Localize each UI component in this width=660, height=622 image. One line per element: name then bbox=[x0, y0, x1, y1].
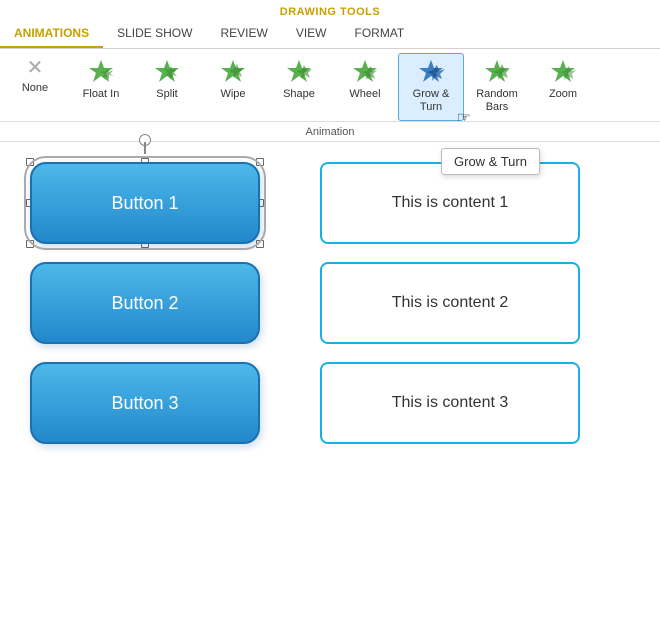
float-in-icon bbox=[87, 58, 115, 86]
anim-grow-turn-label: Grow & Turn bbox=[401, 88, 461, 114]
slide-button-2[interactable]: Button 2 bbox=[30, 262, 260, 344]
content-box-2-label: This is content 2 bbox=[392, 294, 509, 312]
anim-shape-label: Shape bbox=[283, 88, 315, 101]
grow-turn-icon bbox=[417, 58, 445, 86]
tooltip-popup: Grow & Turn bbox=[441, 148, 540, 175]
tab-format[interactable]: FORMAT bbox=[340, 20, 418, 48]
rotate-handle-line-1 bbox=[144, 142, 146, 154]
anim-float-in-label: Float In bbox=[83, 88, 120, 101]
anim-split-label: Split bbox=[156, 88, 177, 101]
zoom-icon bbox=[549, 58, 577, 86]
cursor-icon: ☞ bbox=[457, 108, 471, 122]
slide-row-3: Button 3 This is content 3 bbox=[30, 362, 630, 444]
anim-none[interactable]: ✕ None bbox=[2, 53, 68, 102]
handle-tr-1[interactable] bbox=[256, 158, 264, 166]
anim-none-label: None bbox=[22, 82, 48, 95]
anim-wipe[interactable]: Wipe bbox=[200, 53, 266, 108]
handle-bl-1[interactable] bbox=[26, 240, 34, 248]
drawing-tools-label: DRAWING TOOLS bbox=[280, 6, 380, 18]
animation-ribbon: ✕ None Float In Split Wipe bbox=[0, 49, 660, 122]
ribbon-section-row: Animation bbox=[0, 122, 660, 142]
split-icon bbox=[153, 58, 181, 86]
slide-row-1: Button 1 This is content 1 bbox=[30, 162, 630, 244]
anim-wheel[interactable]: Wheel bbox=[332, 53, 398, 108]
button-1-wrap: Button 1 bbox=[30, 162, 260, 244]
handle-br-1[interactable] bbox=[256, 240, 264, 248]
anim-split[interactable]: Split bbox=[134, 53, 200, 108]
anim-grow-turn[interactable]: Grow & Turn ☞ bbox=[398, 53, 464, 121]
drawing-tools-bar: DRAWING TOOLS bbox=[0, 0, 660, 20]
tab-view[interactable]: VIEW bbox=[282, 20, 341, 48]
wheel-icon bbox=[351, 58, 379, 86]
none-icon: ✕ bbox=[27, 58, 44, 78]
content-box-3-label: This is content 3 bbox=[392, 394, 509, 412]
slide-button-2-label: Button 2 bbox=[111, 293, 178, 314]
slide-button-1[interactable]: Button 1 bbox=[30, 162, 260, 244]
anim-zoom-label: Zoom bbox=[549, 88, 577, 101]
anim-float-in[interactable]: Float In bbox=[68, 53, 134, 108]
slide-row-2: Button 2 This is content 2 bbox=[30, 262, 630, 344]
anim-random-bars-label: Random Bars bbox=[467, 88, 527, 114]
slide-button-3-label: Button 3 bbox=[111, 393, 178, 414]
ribbon-section-label: Animation bbox=[306, 126, 355, 138]
handle-tl-1[interactable] bbox=[26, 158, 34, 166]
tab-slideshow[interactable]: SLIDE SHOW bbox=[103, 20, 206, 48]
content-box-2: This is content 2 bbox=[320, 262, 580, 344]
wipe-icon bbox=[219, 58, 247, 86]
anim-wheel-label: Wheel bbox=[349, 88, 380, 101]
shape-icon bbox=[285, 58, 313, 86]
anim-wipe-label: Wipe bbox=[220, 88, 245, 101]
tab-review[interactable]: REVIEW bbox=[206, 20, 281, 48]
content-box-1-label: This is content 1 bbox=[392, 194, 509, 212]
content-box-3: This is content 3 bbox=[320, 362, 580, 444]
anim-random-bars[interactable]: Random Bars bbox=[464, 53, 530, 121]
random-bars-icon bbox=[483, 58, 511, 86]
tooltip-text: Grow & Turn bbox=[454, 154, 527, 169]
anim-zoom[interactable]: Zoom bbox=[530, 53, 596, 108]
canvas-area: Button 1 This is content 1 Button 2 This… bbox=[0, 142, 660, 464]
slide-button-1-label: Button 1 bbox=[111, 193, 178, 214]
slide-button-3[interactable]: Button 3 bbox=[30, 362, 260, 444]
tab-ribbon: ANIMATIONS SLIDE SHOW REVIEW VIEW FORMAT bbox=[0, 20, 660, 49]
tab-animations[interactable]: ANIMATIONS bbox=[0, 20, 103, 48]
anim-shape[interactable]: Shape bbox=[266, 53, 332, 108]
